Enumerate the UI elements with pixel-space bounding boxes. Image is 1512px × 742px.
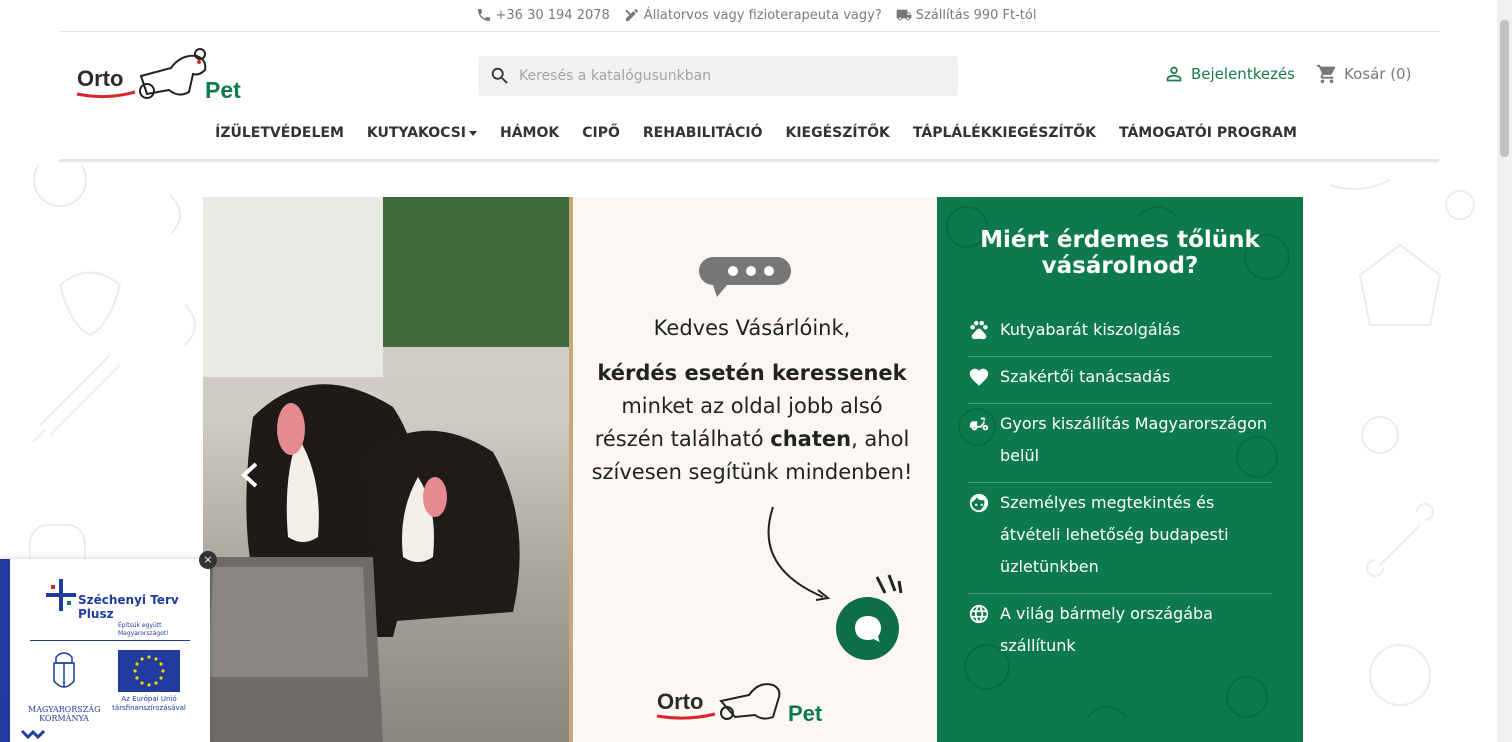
- szechenyi-title-line: Széchenyi Terv: [78, 593, 179, 607]
- szechenyi-cross-icon: [46, 579, 76, 611]
- why-item-text: Személyes megtekintés és átvételi lehető…: [1000, 493, 1229, 576]
- paw-icon: [970, 320, 988, 340]
- nav-item-kutyakocsi[interactable]: KUTYAKOCSI: [367, 120, 477, 146]
- phone-number: +36 30 194 2078: [495, 7, 610, 23]
- scooter-icon: [969, 417, 989, 431]
- scrollbar-thumb[interactable]: [1500, 20, 1509, 157]
- eu-label-line: társfinanszírozásával: [112, 704, 186, 712]
- banner-line: részén található chaten, ahol: [575, 423, 929, 456]
- smile-icon: [969, 493, 989, 513]
- why-item-text: Gyors kiszállítás Magyarországon belül: [1000, 414, 1267, 465]
- szechenyi-title: Széchenyi Terv Plusz: [78, 593, 179, 621]
- why-item: Személyes megtekintés és átvételi lehető…: [968, 483, 1272, 594]
- banner-line-bold: kérdés esetén keressenek: [597, 361, 907, 385]
- heart-icon: [969, 368, 989, 386]
- main-nav: ÍZÜLETVÉDELEM KUTYAKOCSI HÁMOK CIPŐ REHA…: [0, 120, 1512, 146]
- ortopet-logo[interactable]: Orto Pet: [75, 46, 255, 106]
- truck-icon: [896, 9, 912, 21]
- banner-line: szívesen segítünk mindenben!: [591, 460, 913, 484]
- divider: [59, 31, 1439, 32]
- divider: [59, 159, 1439, 162]
- why-item-text: Kutyabarát kiszolgálás: [1000, 320, 1181, 339]
- eu-flag-icon: [118, 650, 180, 692]
- cart-label: Kosár (0): [1344, 65, 1412, 83]
- nav-item-label: KUTYAKOCSI: [366, 125, 466, 141]
- banner-line: Kedves Vásárlóink,: [653, 316, 851, 340]
- close-icon[interactable]: ×: [199, 551, 217, 569]
- why-title: Miért érdemes tőlünk vásárolnod?: [980, 227, 1260, 279]
- shipping-info: Szállítás 990 Ft-tól: [896, 7, 1037, 23]
- search-icon: [491, 67, 508, 84]
- chat-button[interactable]: [836, 597, 899, 660]
- logo-text-left: Orto: [77, 66, 123, 91]
- vet-link[interactable]: Állatorvos vagy fizioterapeuta vagy?: [624, 7, 882, 23]
- search-bar[interactable]: [478, 56, 958, 96]
- why-item: Szakértői tanácsadás: [968, 357, 1272, 404]
- chat-bubble-icon: [854, 615, 881, 642]
- cart-link[interactable]: Kosár (0): [1316, 63, 1411, 85]
- nav-item-tamogatoi-program[interactable]: TÁMOGATÓI PROGRAM: [1119, 120, 1297, 146]
- banner-logo-left: Orto: [657, 689, 703, 714]
- hungarian-coat-of-arms-icon: [53, 652, 75, 688]
- nav-item-kiegeszitok[interactable]: KIEGÉSZÍTŐK: [785, 120, 889, 146]
- why-item: A világ bármely országába szállítunk: [968, 594, 1272, 672]
- chevron-decoration: [0, 691, 46, 740]
- login-link[interactable]: Bejelentkezés: [1163, 63, 1295, 85]
- globe-icon: [969, 604, 989, 624]
- banner-message: Kedves Vásárlóink, kérdés esetén keresse…: [575, 312, 929, 489]
- szechenyi-subtitle: Építsük együtt Magyarországot!: [118, 622, 169, 637]
- why-list: Kutyabarát kiszolgálás Szakértői tanácsa…: [968, 310, 1272, 672]
- szechenyi-badge[interactable]: Széchenyi Terv Plusz Építsük együtt Magy…: [0, 559, 210, 742]
- banner-line: minket az oldal jobb alsó: [621, 394, 883, 418]
- why-item: Kutyabarát kiszolgálás: [968, 310, 1272, 357]
- nav-item-izuletvedelem[interactable]: ÍZÜLETVÉDELEM: [215, 120, 344, 146]
- nav-item-taplalekkiegeszitok[interactable]: TÁPLÁLÉKKIEGÉSZÍTŐK: [913, 120, 1096, 146]
- cart-icon: [1316, 64, 1336, 84]
- search-input[interactable]: [517, 67, 941, 85]
- eu-label: Az Európai Unió társfinanszírozásával: [108, 695, 190, 713]
- login-label: Bejelentkezés: [1191, 65, 1295, 83]
- nav-item-hamok[interactable]: HÁMOK: [500, 120, 559, 146]
- nav-item-cipo[interactable]: CIPŐ: [582, 120, 620, 146]
- slider-prev-arrow-icon[interactable]: [236, 460, 264, 490]
- tools-icon: [625, 9, 638, 21]
- shipping-text: Szállítás 990 Ft-tól: [915, 7, 1037, 23]
- caret-down-icon: [469, 130, 477, 136]
- logo-text-right: Pet: [205, 77, 241, 103]
- vet-text: Állatorvos vagy fizioterapeuta vagy?: [643, 7, 882, 23]
- banner-text: részén található: [594, 427, 771, 451]
- top-info-bar: +36 30 194 2078 Állatorvos vagy fizioter…: [0, 0, 1512, 30]
- banner-logo-right: Pet: [788, 701, 823, 725]
- why-item: Gyors kiszállítás Magyarországon belül: [968, 404, 1272, 483]
- hero-slider[interactable]: Kedves Vásárlóink, kérdés esetén keresse…: [203, 197, 937, 742]
- banner-logo: Orto Pet: [656, 683, 823, 725]
- why-us-panel: Miért érdemes tőlünk vásárolnod? Kutyaba…: [937, 197, 1303, 742]
- user-icon: [1166, 66, 1182, 82]
- szechenyi-title-line: Plusz: [78, 607, 114, 621]
- why-item-text: Szakértői tanácsadás: [1000, 367, 1171, 386]
- why-item-text: A világ bármely országába szállítunk: [1000, 604, 1213, 655]
- divider: [30, 640, 190, 641]
- banner-text: , ahol: [851, 427, 910, 451]
- banner-text-bold: chaten: [770, 427, 852, 451]
- phone-link[interactable]: +36 30 194 2078: [476, 7, 610, 23]
- phone-icon: [477, 9, 490, 21]
- eu-label-line: Az Európai Unió: [121, 695, 177, 703]
- nav-item-rehabilitacio[interactable]: REHABILITÁCIÓ: [643, 120, 763, 146]
